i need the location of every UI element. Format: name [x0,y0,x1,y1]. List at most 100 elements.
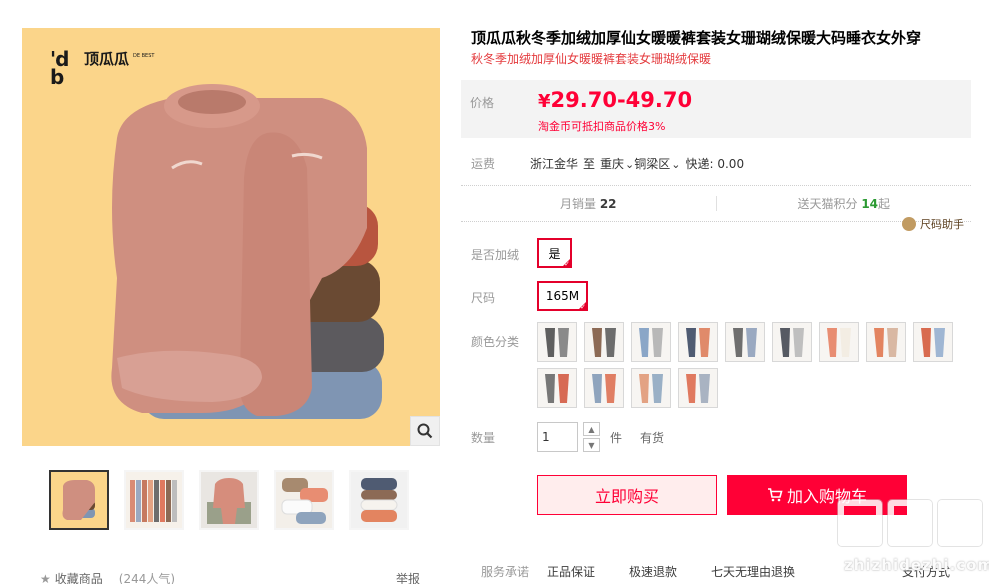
brand-logo: 'd b 顶瓜瓜 DE BEST [50,47,155,89]
shipping-row: 运费 浙江金华 至 重庆 铜梁区 快递: 0.00 [471,155,749,172]
quantity-decrease-button[interactable]: ▼ [583,438,600,452]
shipping-label: 运费 [471,157,496,171]
quantity-unit: 件 [610,431,623,445]
color-swatch-6[interactable] [772,322,812,362]
thumbnail-5[interactable] [349,470,409,530]
monthly-sales: 月销量 22 [461,195,716,212]
color-swatch-13[interactable] [678,368,718,408]
color-swatch-12[interactable] [631,368,671,408]
color-swatch-11[interactable] [584,368,624,408]
price-label: 价格 [470,96,495,110]
size-option-label: 165M [545,289,580,303]
color-label: 颜色分类 [471,335,520,349]
cart-icon [767,488,783,502]
add-to-cart-label: 加入购物车 [786,487,867,506]
price-panel: 价格 ¥29.70-49.70 淘金币可抵扣商品价格3% [461,80,971,138]
watermark-glyph [938,500,982,546]
promise-label: 服务承诺 [481,565,530,579]
size-helper-label: 尺码助手 [920,218,964,231]
brand-mark: 'd b [50,47,69,89]
fleece-option-label: 是 [548,246,561,261]
color-swatch-8[interactable] [866,322,906,362]
price-currency: ¥ [538,91,551,112]
swatch-thumbnail [679,323,717,361]
color-swatch-4[interactable] [678,322,718,362]
swatch-thumbnail [914,323,952,361]
points-label: 送天猫积分 [797,197,858,211]
zoom-button[interactable] [410,416,440,446]
brand-name: 顶瓜瓜 [84,50,130,68]
price-value: ¥29.70-49.70 [538,88,692,112]
fleece-label: 是否加绒 [471,248,520,262]
size-helper-link[interactable]: 尺码助手 [902,216,964,232]
swatch-thumbnail [679,369,717,407]
color-swatch-10[interactable] [537,368,577,408]
promise-item[interactable]: 七天无理由退换 [711,563,795,580]
chevron-up-icon: ▲ [588,424,595,434]
points-suffix: 起 [878,197,891,211]
add-to-cart-button[interactable]: 加入购物车 [727,475,907,515]
thumbnail-strip [49,470,409,530]
service-promise-row: 服务承诺 正品保证 极速退款 七天无理由退换 [481,563,829,580]
brand-tagline: DE BEST [133,53,155,59]
color-swatch-1[interactable] [537,322,577,362]
collect-count: (244人气) [118,572,176,584]
collect-button[interactable]: ★ 收藏商品 (244人气) [40,570,175,584]
color-swatch-list [537,322,957,408]
swatch-thumbnail [820,323,858,361]
color-swatch-9[interactable] [913,322,953,362]
product-title: 顶瓜瓜秋冬季加绒加厚仙女暖暖裤套装女珊瑚绒保暖大码睡衣女外穿 [471,29,922,47]
size-label: 尺码 [471,291,496,305]
product-illustration [111,84,384,419]
promise-item[interactable]: 极速退款 [629,563,677,580]
color-swatch-2[interactable] [584,322,624,362]
points-value: 14 [861,197,879,211]
city-dropdown[interactable]: 重庆 [600,155,634,172]
monthly-sales-value: 22 [599,197,617,211]
color-swatch-3[interactable] [631,322,671,362]
size-helper-icon [902,217,916,231]
color-swatch-7[interactable] [819,322,859,362]
quantity-label: 数量 [471,431,496,445]
star-icon: ★ [40,571,51,584]
swatch-thumbnail [867,323,905,361]
swatch-thumbnail [585,323,623,361]
coin-discount-note: 淘金币可抵扣商品价格3% [538,120,666,133]
selected-check-icon: ✓ [580,303,586,311]
thumbnail-2[interactable] [124,470,184,530]
buy-now-button[interactable]: 立即购买 [537,475,717,515]
tmall-points: 送天猫积分 14起 [717,195,972,212]
swatch-thumbnail [726,323,764,361]
swatch-thumbnail [632,369,670,407]
swatch-thumbnail [538,369,576,407]
quantity-increase-button[interactable]: ▲ [583,422,600,436]
thumbnail-1[interactable] [49,470,109,530]
promise-item[interactable]: 正品保证 [547,563,595,580]
chevron-down-icon: ▼ [588,440,595,450]
thumbnail-3[interactable] [199,470,259,530]
swatch-thumbnail [538,323,576,361]
product-subtitle: 秋冬季加绒加厚仙女暖暖裤套装女珊瑚绒保暖 [471,52,712,66]
search-icon [417,423,433,439]
swatch-thumbnail [632,323,670,361]
fleece-option-yes[interactable]: 是 ✓ [537,238,572,268]
swatch-thumbnail [773,323,811,361]
payment-methods[interactable]: 支付方式 [902,563,950,580]
size-option-165m[interactable]: 165M ✓ [537,281,588,311]
selected-check-icon: ✓ [564,260,570,268]
thumbnail-4[interactable] [274,470,334,530]
buy-now-label: 立即购买 [594,487,659,506]
report-link[interactable]: 举报 [396,570,420,584]
collect-label: 收藏商品 [54,572,103,584]
ship-from: 浙江金华 [530,157,579,171]
color-swatch-5[interactable] [725,322,765,362]
main-product-image[interactable]: 'd b 顶瓜瓜 DE BEST [22,28,440,446]
ship-to-word: 至 [583,157,596,171]
shipping-fee: 快递: 0.00 [685,157,745,171]
sales-stats: 月销量 22 送天猫积分 14起 [461,185,971,222]
stock-status: 有货 [640,431,665,445]
quantity-input[interactable] [537,422,578,452]
swatch-thumbnail [585,369,623,407]
price-range: 29.70-49.70 [550,88,693,112]
district-dropdown[interactable]: 铜梁区 [634,155,680,172]
